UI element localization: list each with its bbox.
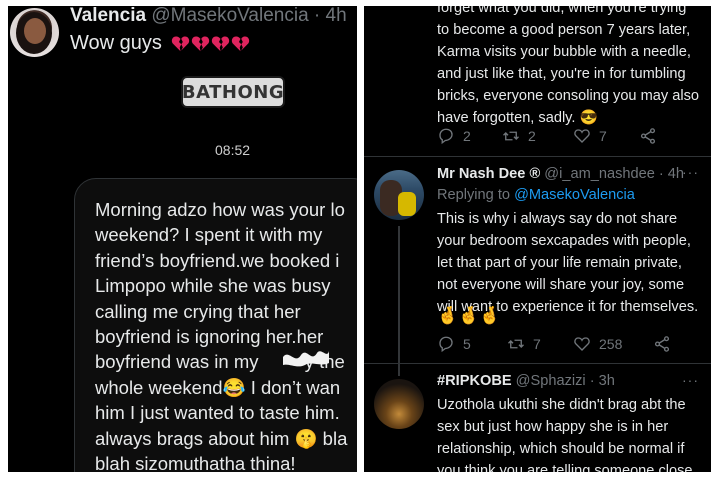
tweet-emojis: 🤞🤞🤞 <box>437 306 501 326</box>
display-name[interactable]: Mr Nash Dee ® <box>437 166 540 182</box>
divider <box>364 156 711 157</box>
retweet-count: 2 <box>528 128 536 144</box>
retweet-icon <box>508 339 524 349</box>
like-button[interactable]: 7 <box>573 127 639 145</box>
share-icon <box>640 128 656 144</box>
avatar-face <box>24 18 46 44</box>
avatar-figure-child <box>398 192 416 216</box>
thread-line <box>398 226 400 376</box>
right-screenshot-panel: forget what you did, when you're trying … <box>364 6 711 472</box>
reply-button[interactable]: 5 <box>437 335 507 353</box>
replying-to: Replying to @MasekoValencia <box>437 187 635 203</box>
redaction-scribble <box>283 351 329 367</box>
like-count: 258 <box>599 336 623 352</box>
avatar[interactable] <box>10 8 59 57</box>
bathong-sticker: BATHONG <box>181 76 285 108</box>
broken-heart-icon <box>232 36 250 52</box>
retweet-button[interactable]: 2 <box>502 127 573 145</box>
user-handle[interactable]: @Sphazizi · 3h <box>516 373 615 389</box>
reply-icon <box>439 336 453 353</box>
user-handle[interactable]: @MasekoValencia · 4h <box>151 6 346 26</box>
tweet-actions: 5 7 258 <box>437 335 671 353</box>
user-handle[interactable]: @i_am_nashdee · 4h <box>544 166 684 182</box>
chat-message-bubble: Morning adzo how was your lo weekend? I … <box>74 178 357 472</box>
retweet-count: 7 <box>533 336 541 352</box>
tweet-actions: 2 2 7 <box>437 127 657 145</box>
avatar[interactable] <box>374 170 424 220</box>
broken-heart-icon <box>212 36 230 52</box>
tweet-text: forget what you did, when you're trying … <box>437 6 700 126</box>
display-name[interactable]: Valencia <box>70 6 146 26</box>
chat-message-text: Morning adzo how was your lo weekend? I … <box>95 199 348 472</box>
more-icon[interactable]: ··· <box>682 164 699 180</box>
retweet-button[interactable]: 7 <box>507 335 573 353</box>
broken-heart-icon <box>172 36 190 52</box>
replying-to-label: Replying to <box>437 187 511 203</box>
chat-timestamp: 08:52 <box>215 142 251 158</box>
broken-heart-icon <box>192 36 210 52</box>
reply-button[interactable]: 2 <box>437 127 502 145</box>
like-icon <box>574 337 590 351</box>
reply-icon <box>439 128 453 145</box>
broken-hearts <box>171 35 250 52</box>
tweet-header: #RIPKOBE @Sphazizi · 3h <box>437 373 615 389</box>
tweet-text: Uzothola ukuthi she didn't brag abt the … <box>437 397 693 472</box>
share-button[interactable] <box>639 127 657 145</box>
like-icon <box>574 129 590 143</box>
divider <box>364 363 711 364</box>
like-count: 7 <box>599 128 607 144</box>
more-icon[interactable]: ··· <box>682 372 699 388</box>
left-screenshot-panel: Valencia @MasekoValencia · 4h Wow guys B… <box>8 6 357 472</box>
tweet-text: Wow guys <box>70 32 250 55</box>
tweet-header: Valencia @MasekoValencia · 4h <box>70 6 347 27</box>
tweet-text-body: Wow guys <box>70 32 162 54</box>
avatar[interactable] <box>374 379 424 429</box>
mention-link[interactable]: @MasekoValencia <box>514 187 635 203</box>
tweet-header: Mr Nash Dee ® @i_am_nashdee · 4h <box>437 166 684 182</box>
share-icon <box>654 336 670 352</box>
retweet-icon <box>503 131 519 141</box>
share-button[interactable] <box>653 335 671 353</box>
reply-count: 5 <box>463 336 471 352</box>
reply-count: 2 <box>463 128 471 144</box>
like-button[interactable]: 258 <box>573 335 653 353</box>
display-name[interactable]: #RIPKOBE <box>437 373 512 389</box>
tweet-text: This is why i always say do not share yo… <box>437 211 699 315</box>
